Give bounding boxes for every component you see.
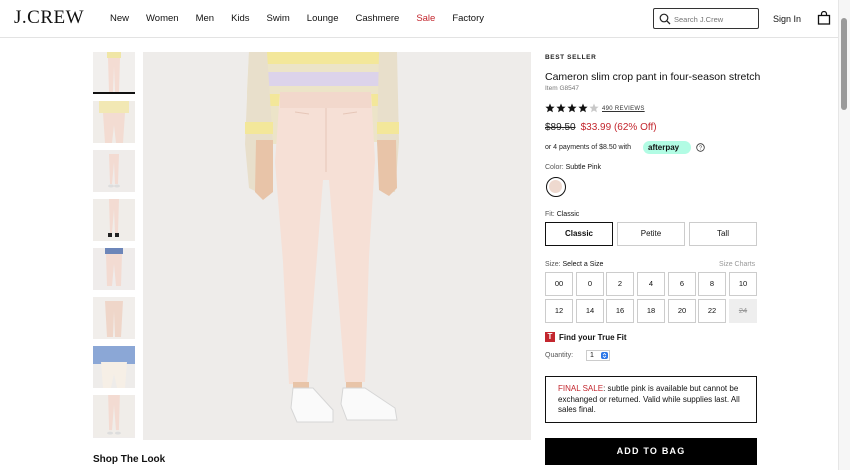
thumbnail-3[interactable]: [93, 150, 135, 192]
shopping-bag-icon[interactable]: [817, 11, 831, 25]
product-title: Cameron slim crop pant in four-season st…: [545, 71, 761, 83]
color-swatch-subtle-pink[interactable]: [546, 177, 566, 197]
nav-cashmere[interactable]: Cashmere: [355, 13, 399, 24]
fit-label-key: Fit:: [545, 211, 555, 218]
thumbnail-1[interactable]: [93, 52, 135, 94]
color-label: Color: Subtle Pink: [545, 164, 601, 171]
size-label: Size: Select a Size: [545, 261, 603, 268]
main-nav: New Women Men Kids Swim Lounge Cashmere …: [110, 13, 501, 24]
thumbnail-2[interactable]: [93, 101, 135, 143]
thumbnail-8[interactable]: [93, 395, 135, 438]
sale-price: $33.99 (62% Off): [580, 122, 657, 133]
add-to-bag-button[interactable]: ADD TO BAG: [545, 438, 757, 465]
fit-option-tall[interactable]: Tall: [689, 222, 757, 246]
size-option-22[interactable]: 22: [698, 299, 726, 323]
nav-kids[interactable]: Kids: [231, 13, 249, 24]
afterpay-badge[interactable]: afterpay: [643, 141, 691, 154]
size-option-16[interactable]: 16: [606, 299, 634, 323]
size-charts-link[interactable]: Size Charts: [719, 261, 755, 268]
quantity-select[interactable]: 1: [586, 350, 610, 361]
nav-women[interactable]: Women: [146, 13, 179, 24]
star-filled-icon: [567, 103, 577, 113]
reviews-link[interactable]: 490 REVIEWS: [602, 106, 645, 112]
size-option-12[interactable]: 12: [545, 299, 573, 323]
size-label-key: Size:: [545, 261, 561, 268]
size-option-8[interactable]: 8: [698, 272, 726, 296]
thumbnail-5[interactable]: [93, 248, 135, 290]
star-rating[interactable]: [545, 103, 600, 113]
nav-lounge[interactable]: Lounge: [307, 13, 339, 24]
price-block: $89.50 $33.99 (62% Off): [545, 122, 657, 133]
color-label-key: Color:: [545, 164, 564, 171]
main-product-image[interactable]: [143, 52, 531, 440]
installments-text: or 4 payments of $8.50 with: [545, 144, 631, 151]
jcrew-logo[interactable]: J.CREW: [14, 7, 84, 29]
final-sale-label: FINAL SALE: [558, 384, 604, 393]
shop-the-look-heading: Shop The Look: [93, 454, 166, 465]
search-icon: [659, 13, 671, 25]
thumbnail-6[interactable]: [93, 297, 135, 339]
fit-value: Classic: [556, 211, 580, 218]
true-fit-link[interactable]: Find your True Fit: [559, 333, 627, 342]
size-option-18[interactable]: 18: [637, 299, 665, 323]
best-seller-badge: BEST SELLER: [545, 54, 597, 61]
nav-new[interactable]: New: [110, 13, 129, 24]
scrollbar-thumb[interactable]: [841, 18, 847, 110]
afterpay-logo-text: afterpay: [648, 143, 680, 152]
size-option-00[interactable]: 00: [545, 272, 573, 296]
size-option-10[interactable]: 10: [729, 272, 757, 296]
nav-swim[interactable]: Swim: [267, 13, 290, 24]
swatch-fill: [549, 180, 562, 193]
true-fit-logo-icon: T: [545, 332, 555, 342]
fit-option-classic[interactable]: Classic: [545, 222, 613, 246]
fit-label: Fit: Classic: [545, 211, 579, 218]
info-icon[interactable]: ?: [696, 143, 705, 152]
thumbnail-7[interactable]: [93, 346, 135, 388]
size-option-2[interactable]: 2: [606, 272, 634, 296]
size-option-14[interactable]: 14: [576, 299, 604, 323]
size-option-6[interactable]: 6: [668, 272, 696, 296]
star-filled-icon: [545, 103, 555, 113]
nav-men[interactable]: Men: [196, 13, 214, 24]
size-option-20[interactable]: 20: [668, 299, 696, 323]
thumbnail-4[interactable]: [93, 199, 135, 241]
nav-sale[interactable]: Sale: [416, 13, 435, 24]
search-box[interactable]: [653, 8, 759, 29]
svg-text:?: ?: [699, 146, 702, 152]
item-number: Item G8547: [545, 85, 579, 92]
sign-in-link[interactable]: Sign In: [773, 14, 801, 24]
color-value: Subtle Pink: [565, 164, 602, 171]
original-price: $89.50: [545, 122, 576, 133]
product-photo: [143, 52, 531, 440]
size-option-4[interactable]: 4: [637, 272, 665, 296]
star-filled-icon: [556, 103, 566, 113]
star-filled-icon: [578, 103, 588, 113]
size-value: Select a Size: [562, 261, 604, 268]
nav-factory[interactable]: Factory: [452, 13, 484, 24]
search-input[interactable]: [674, 12, 754, 26]
quantity-value: 1: [590, 352, 594, 359]
size-option-24-unavailable: 24: [729, 299, 757, 323]
site-header: J.CREW New Women Men Kids Swim Lounge Ca…: [0, 0, 850, 38]
quantity-label: Quantity:: [545, 352, 574, 359]
final-sale-notice: FINAL SALE: subtle pink is available but…: [545, 376, 757, 423]
star-empty-icon: [589, 103, 599, 113]
size-option-0[interactable]: 0: [576, 272, 604, 296]
fit-option-petite[interactable]: Petite: [617, 222, 685, 246]
select-arrows-icon: [601, 352, 608, 359]
